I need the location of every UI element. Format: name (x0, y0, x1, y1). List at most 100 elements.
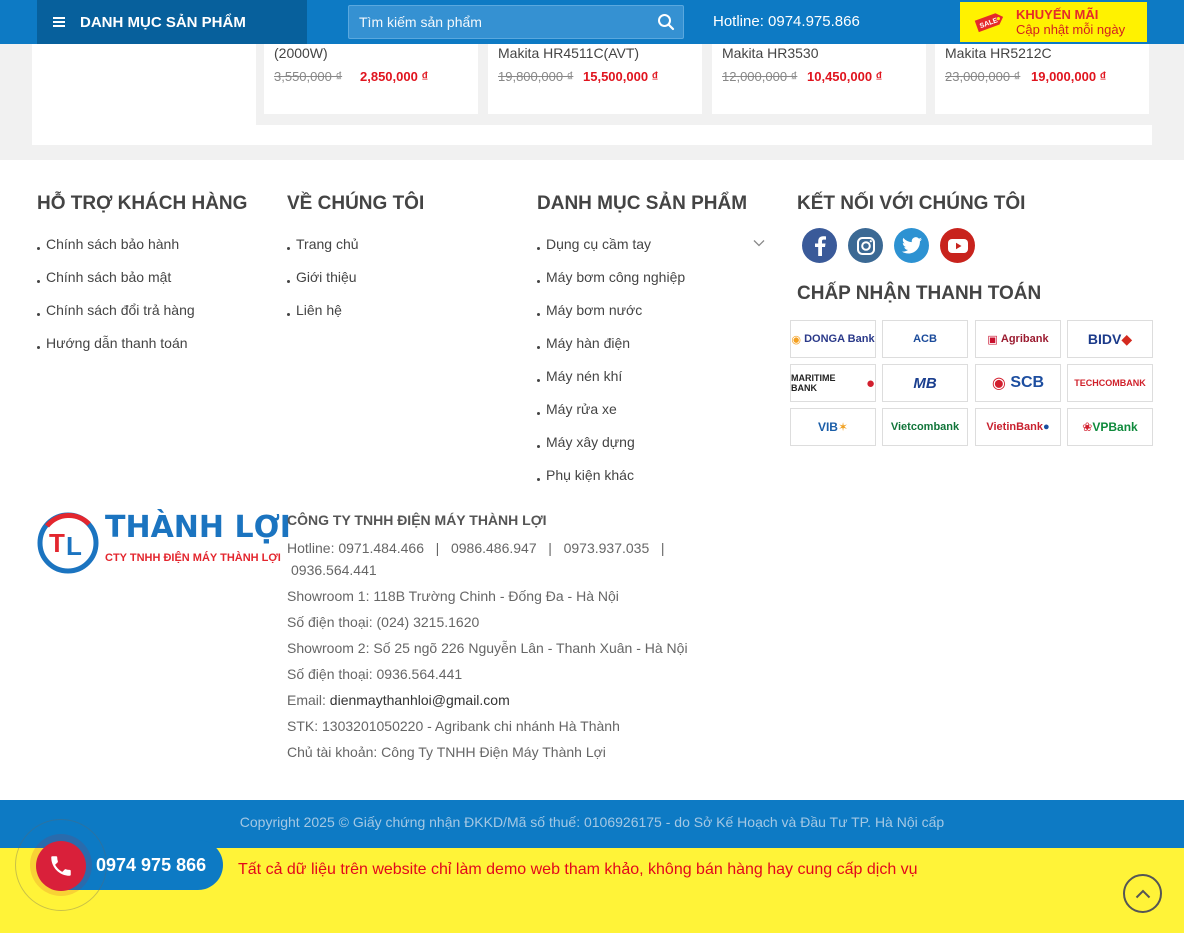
youtube-button[interactable] (939, 227, 976, 264)
donga-bank-logo: ◉ DONGA Bank (790, 320, 876, 358)
payment-title: CHẤP NHẬN THANH TOÁN (797, 283, 1042, 304)
email-row: Email: dienmaythanhloi@gmail.com (287, 689, 707, 711)
chevron-up-icon (1135, 889, 1150, 898)
product-old-price: 23,000,000 ₫ (945, 69, 1021, 84)
email-link[interactable]: dienmaythanhloi@gmail.com (330, 692, 510, 708)
footer-link[interactable]: Máy bơm công nghiệp (537, 267, 685, 300)
instagram-button[interactable] (847, 227, 884, 264)
mb-logo: MB (882, 364, 968, 402)
promo-title: KHUYẾN MÃI (1016, 7, 1099, 22)
footer-link[interactable]: Phụ kiện khác (537, 465, 685, 498)
product-old-price: 3,550,000 ₫ (274, 69, 343, 84)
back-to-top-button[interactable] (1123, 874, 1162, 913)
twitter-icon (894, 228, 929, 263)
acb-logo: ACB (882, 320, 968, 358)
product-old-price: 12,000,000 ₫ (722, 69, 798, 84)
logo-title: THÀNH LỢI (105, 510, 291, 545)
search-icon[interactable] (649, 6, 683, 38)
svg-text:L: L (66, 531, 82, 561)
hotline-row: Hotline: 0971.484.466 | 0986.486.947 | 0… (287, 537, 707, 559)
product-name[interactable]: Makita HR3530 (722, 45, 819, 61)
phone-1: Số điện thoại: (024) 3215.1620 (287, 614, 480, 630)
facebook-icon (802, 228, 837, 263)
promo-banner[interactable]: SALE KHUYẾN MÃI Cập nhật mỗi ngày (960, 2, 1147, 42)
site-footer: HỖ TRỢ KHÁCH HÀNG Chính sách bảo hành Ch… (0, 160, 1184, 800)
phone-icon (51, 856, 71, 876)
product-card[interactable]: Makita HR4511C(AVT) 19,800,000 ₫ 15,500,… (488, 44, 702, 114)
footer-link[interactable]: Hướng dẫn thanh toán (37, 333, 195, 366)
footer-link[interactable]: Chính sách bảo hành (37, 234, 195, 267)
vietcombank-logo: Vietcombank (882, 408, 968, 446)
notice-text: Tất cả dữ liệu trên website chỉ làm demo… (238, 861, 918, 878)
category-menu-button[interactable]: DANH MỤC SẢN PHẨM (37, 0, 307, 44)
hotline-numbers[interactable]: 0971.484.466 | 0986.486.947 | 0973.937.0… (338, 540, 664, 556)
company-info: CÔNG TY TNHH ĐIỆN MÁY THÀNH LỢI Hotline:… (287, 512, 707, 767)
sale-tag-icon: SALE (974, 13, 1004, 33)
about-links: Trang chủ Giới thiệu Liên hệ (287, 234, 359, 333)
product-price: 19,000,000 ₫ (1031, 69, 1107, 84)
header-hotline[interactable]: Hotline: 0974.975.866 (713, 13, 860, 30)
email-label: Email: (287, 692, 330, 708)
scb-logo: ◉ SCB (975, 364, 1061, 402)
categories-title: DANH MỤC SẢN PHẨM (537, 193, 748, 214)
vib-logo: VIB ✶ (790, 408, 876, 446)
showroom-2: Showroom 2: Số 25 ngõ 226 Nguyễn Lân - T… (287, 640, 688, 656)
svg-text:T: T (49, 528, 65, 558)
product-row: (2000W) 3,550,000 ₫ 2,850,000 ₫ Makita H… (256, 44, 1152, 125)
twitter-button[interactable] (893, 227, 930, 264)
vpbank-logo: ❀ VPBank (1067, 408, 1153, 446)
call-number[interactable]: 0974 975 866 (96, 855, 206, 876)
category-menu-label: DANH MỤC SẢN PHẨM (80, 13, 246, 31)
footer-link[interactable]: Dụng cụ cầm tay (537, 234, 685, 267)
promo-subtitle: Cập nhật mỗi ngày (1016, 22, 1126, 37)
footer-link[interactable]: Máy bơm nước (537, 300, 685, 333)
product-old-price: 19,800,000 ₫ (498, 69, 574, 84)
phone-2: Số điện thoại: 0936.564.441 (287, 666, 463, 682)
product-name[interactable]: (2000W) (274, 45, 328, 61)
bidv-logo: BIDV ◆ (1067, 320, 1153, 358)
footer-link[interactable]: Máy hàn điện (537, 333, 685, 366)
connect-title: KẾT NỐI VỚI CHÚNG TÔI (797, 193, 1026, 214)
facebook-button[interactable] (801, 227, 838, 264)
product-card[interactable]: (2000W) 3,550,000 ₫ 2,850,000 ₫ (264, 44, 478, 114)
vietinbank-logo: VietinBank ● (975, 408, 1061, 446)
product-name[interactable]: Makita HR4511C(AVT) (498, 45, 639, 61)
showroom-1: Showroom 1: 118B Trường Chinh - Đống Đa … (287, 588, 619, 604)
footer-link[interactable]: Giới thiệu (287, 267, 359, 300)
call-button[interactable] (36, 841, 86, 891)
techcombank-logo: TECHCOMBANK (1067, 364, 1153, 402)
footer-link[interactable]: Chính sách đổi trả hàng (37, 300, 195, 333)
account-owner: Chủ tài khoản: Công Ty TNHH Điện Máy Thà… (287, 744, 606, 760)
search-bar (348, 5, 684, 39)
footer-link[interactable]: Trang chủ (287, 234, 359, 267)
hamburger-icon (53, 17, 65, 27)
bank-account: STK: 1303201050220 - Agribank chi nhánh … (287, 718, 620, 734)
agribank-logo: ▣ Agribank (975, 320, 1061, 358)
maritime-bank-logo: MARITIME BANK ● (790, 364, 876, 402)
footer-link[interactable]: Máy nén khí (537, 366, 685, 399)
footer-link[interactable]: Liên hệ (287, 300, 359, 333)
product-card[interactable]: Makita HR3530 12,000,000 ₫ 10,450,000 ₫ (712, 44, 926, 114)
product-name[interactable]: Makita HR5212C (945, 45, 1052, 61)
youtube-icon (940, 228, 975, 263)
company-logo[interactable]: T L THÀNH LỢI CTY TNHH ĐIỆN MÁY THÀNH LỢ… (37, 510, 291, 576)
search-input[interactable] (349, 6, 649, 38)
thanh-loi-emblem: T L (37, 512, 99, 574)
footer-link[interactable]: Máy rửa xe (537, 399, 685, 432)
category-links: Dụng cụ cầm tay Máy bơm công nghiệp Máy … (537, 234, 685, 498)
chevron-down-icon[interactable] (753, 239, 765, 247)
support-title: HỖ TRỢ KHÁCH HÀNG (37, 193, 248, 214)
logo-subtitle: CTY TNHH ĐIỆN MÁY THÀNH LỢI (105, 552, 281, 564)
product-price: 15,500,000 ₫ (583, 69, 659, 84)
site-header: DANH MỤC SẢN PHẨM Hotline: 0974.975.866 … (0, 0, 1184, 44)
product-card[interactable]: Makita HR5212C 23,000,000 ₫ 19,000,000 ₫ (935, 44, 1149, 114)
product-price: 2,850,000 ₫ (360, 69, 429, 84)
support-links: Chính sách bảo hành Chính sách bảo mật C… (37, 234, 195, 366)
hotline-label: Hotline: (287, 540, 335, 556)
footer-link[interactable]: Máy xây dựng (537, 432, 685, 465)
hotline-last[interactable]: 0936.564.441 (287, 559, 707, 581)
footer-link[interactable]: Chính sách bảo mật (37, 267, 195, 300)
company-name: CÔNG TY TNHH ĐIỆN MÁY THÀNH LỢI (287, 512, 547, 528)
product-price: 10,450,000 ₫ (807, 69, 883, 84)
instagram-icon (848, 228, 883, 263)
